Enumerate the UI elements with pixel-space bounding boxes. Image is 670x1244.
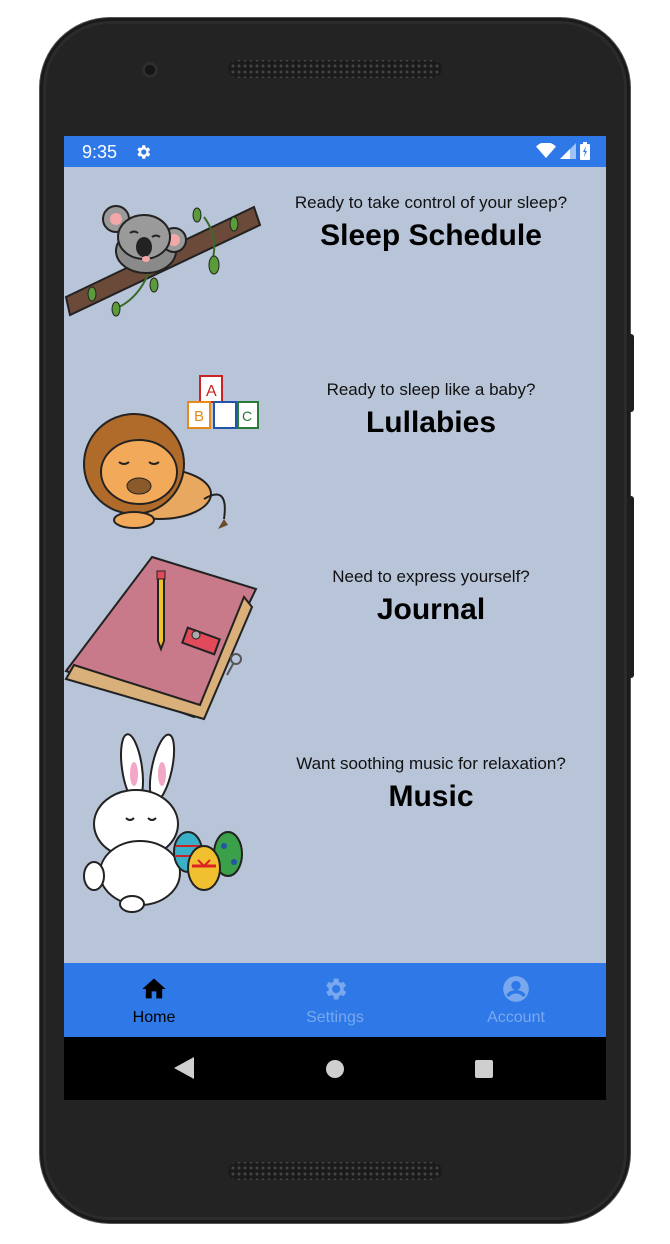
volume-button: [628, 496, 634, 678]
lion-illustration: A B C: [83, 375, 259, 529]
app-screen: 9:35 Ready to take control of your sleep…: [64, 136, 606, 1100]
koala-illustration: [64, 205, 262, 317]
status-time: 9:35: [82, 142, 118, 162]
card-tagline: Ready to sleep like a baby?: [326, 380, 536, 399]
journal-illustration: [64, 555, 258, 721]
nav-label: Account: [487, 1009, 545, 1026]
status-bar: 9:35: [64, 136, 606, 167]
card-tagline: Want soothing music for relaxation?: [296, 754, 566, 773]
account-icon: [502, 975, 530, 1003]
svg-text:A: A: [206, 383, 217, 400]
nav-item-settings[interactable]: Settings: [245, 963, 425, 1037]
back-icon[interactable]: [174, 1057, 194, 1084]
card-title: Lullabies: [365, 406, 497, 439]
card-tagline: Ready to take control of your sleep?: [294, 193, 568, 212]
card-tagline: Need to express yourself?: [332, 567, 530, 586]
recents-icon[interactable]: [474, 1059, 494, 1084]
signal-icon: [560, 143, 576, 164]
card-lullabies[interactable]: A B C Ready to sleep like a baby? Lullab…: [64, 354, 606, 541]
home-circle-icon[interactable]: [325, 1059, 345, 1084]
gear-icon: [321, 975, 349, 1003]
card-title: Journal: [376, 593, 486, 626]
battery-icon: [580, 142, 590, 165]
card-title: Sleep Schedule: [320, 219, 542, 252]
nav-item-home[interactable]: Home: [64, 963, 244, 1037]
bottom-speaker: [228, 1162, 442, 1180]
nav-label: Settings: [306, 1009, 364, 1026]
power-button: [628, 334, 634, 412]
bottom-navigation: Home Settings Account: [64, 963, 606, 1037]
svg-text:C: C: [242, 408, 252, 424]
card-sleep-schedule[interactable]: Ready to take control of your sleep? Sle…: [64, 167, 606, 354]
home-icon: [140, 975, 168, 1003]
front-camera: [142, 62, 158, 78]
gear-icon: [134, 143, 152, 166]
card-music[interactable]: Want soothing music for relaxation? Musi…: [64, 728, 606, 915]
bunny-illustration: [83, 733, 243, 913]
card-journal[interactable]: Need to express yourself? Journal: [64, 541, 606, 728]
nav-item-account[interactable]: Account: [426, 963, 606, 1037]
svg-text:B: B: [194, 408, 204, 425]
card-title: Music: [388, 780, 474, 813]
nav-label: Home: [132, 1009, 176, 1026]
feature-list: Ready to take control of your sleep? Sle…: [64, 167, 606, 963]
wifi-icon: [536, 142, 556, 164]
status-icons: [536, 142, 590, 165]
system-navigation-bar: [64, 1037, 606, 1100]
top-speaker: [228, 60, 442, 78]
